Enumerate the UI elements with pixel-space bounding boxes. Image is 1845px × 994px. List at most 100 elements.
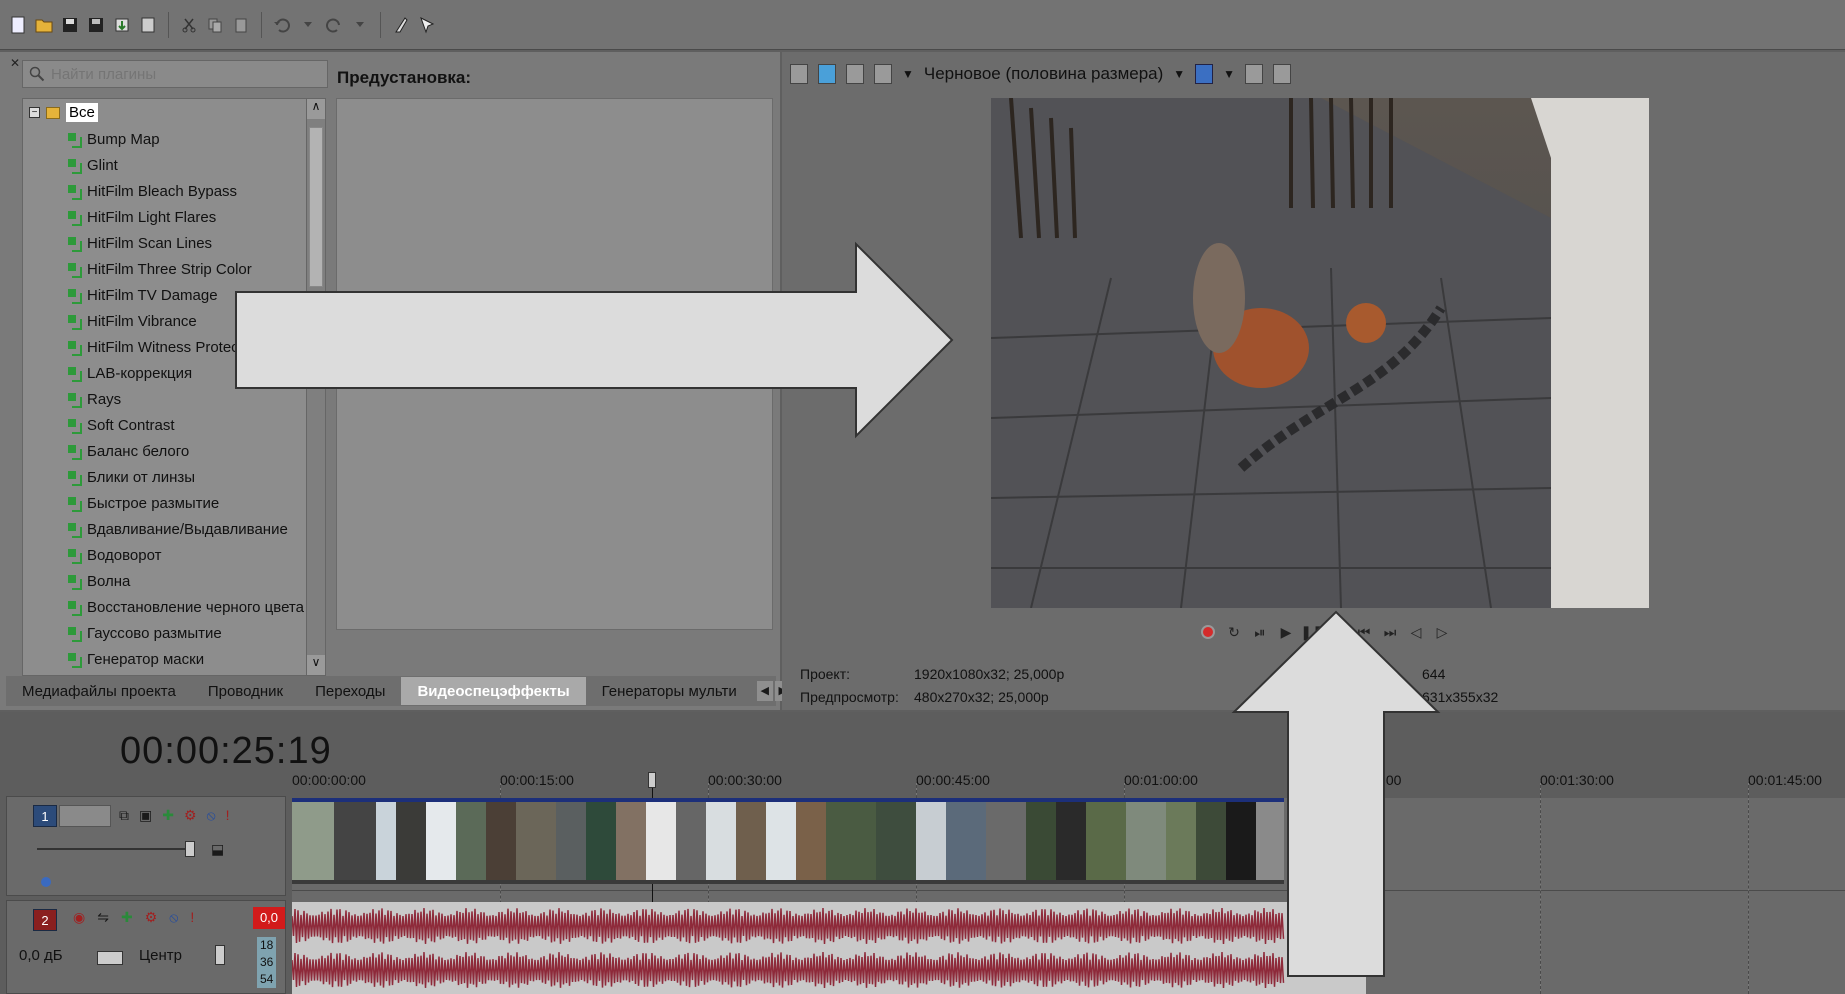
collapse-icon[interactable]: − bbox=[29, 107, 40, 118]
solo-icon[interactable]: ! bbox=[190, 909, 194, 926]
save-snapshot-icon[interactable] bbox=[1273, 64, 1292, 84]
plugin-item[interactable]: HitFilm TV Damage bbox=[67, 282, 304, 308]
scroll-thumb[interactable] bbox=[309, 127, 323, 287]
arm-record-icon[interactable]: ◉ bbox=[73, 909, 85, 926]
scroll-up-icon[interactable]: ∧ bbox=[307, 99, 325, 119]
expand-icon[interactable]: ⬓ bbox=[211, 841, 224, 858]
project-label: Проект: bbox=[800, 666, 851, 682]
external-monitor-icon[interactable] bbox=[818, 64, 836, 84]
compositing-icon[interactable]: ✚ bbox=[121, 909, 133, 926]
chevron-down-icon[interactable]: ▼ bbox=[902, 67, 914, 81]
plugin-item[interactable]: Rays bbox=[67, 386, 304, 412]
plugin-item[interactable]: Bump Map bbox=[67, 126, 304, 152]
save-icon[interactable] bbox=[60, 14, 80, 36]
cut-icon[interactable] bbox=[179, 14, 199, 36]
redo-icon[interactable] bbox=[324, 14, 344, 36]
enable-snapping-icon[interactable] bbox=[391, 14, 411, 36]
properties-icon[interactable] bbox=[138, 14, 158, 36]
open-folder-icon[interactable] bbox=[34, 14, 54, 36]
solo-icon[interactable]: ! bbox=[226, 807, 230, 824]
plugin-item[interactable]: HitFilm Vibrance bbox=[67, 308, 304, 334]
plugin-item[interactable]: Glint bbox=[67, 152, 304, 178]
split-screen-icon[interactable] bbox=[874, 64, 892, 84]
paste-icon[interactable] bbox=[231, 14, 251, 36]
automation-icon[interactable] bbox=[41, 877, 51, 887]
video-track-events[interactable] bbox=[292, 798, 1284, 884]
prev-frame-button[interactable]: ◁ bbox=[1406, 622, 1426, 642]
next-frame-button[interactable]: ▷ bbox=[1432, 622, 1452, 642]
tree-root-label[interactable]: Все bbox=[66, 103, 98, 122]
chevron-down-icon[interactable] bbox=[350, 14, 370, 36]
preset-list[interactable] bbox=[336, 98, 773, 630]
plugin-item-label: Soft Contrast bbox=[87, 416, 175, 434]
track-name-field[interactable] bbox=[59, 805, 111, 827]
chevron-down-icon[interactable]: ▼ bbox=[1173, 67, 1185, 81]
help-icon[interactable] bbox=[417, 14, 437, 36]
search-input[interactable] bbox=[51, 65, 311, 83]
save-as-icon[interactable] bbox=[86, 14, 106, 36]
render-icon[interactable] bbox=[112, 14, 132, 36]
tab-explorer[interactable]: Проводник bbox=[192, 677, 299, 705]
plugin-item[interactable]: Водоворот bbox=[67, 542, 304, 568]
stop-button[interactable]: ■ bbox=[1328, 622, 1348, 642]
tab-video-fx[interactable]: Видеоспецэффекты bbox=[401, 677, 586, 705]
plugin-item[interactable]: LAB-коррекция bbox=[67, 360, 304, 386]
motion-icon[interactable]: ⧉ bbox=[119, 807, 129, 824]
level-slider-track[interactable] bbox=[37, 848, 185, 850]
close-icon[interactable]: ✕ bbox=[10, 56, 20, 70]
level-slider-thumb[interactable] bbox=[185, 841, 195, 857]
preview-quality-select[interactable]: Черновое (половина размера) bbox=[924, 64, 1163, 84]
pan-crop-icon[interactable]: ▣ bbox=[139, 807, 152, 824]
tab-media-generators[interactable]: Генераторы мульти bbox=[586, 677, 753, 705]
copy-icon[interactable] bbox=[205, 14, 225, 36]
plugin-item[interactable]: HitFilm Witness Protectio bbox=[67, 334, 304, 360]
plugin-item[interactable]: Баланс белого bbox=[67, 438, 304, 464]
track-fx-icon[interactable]: ⚙ bbox=[184, 807, 197, 824]
preview-video-frame[interactable] bbox=[991, 98, 1649, 608]
compositing-icon[interactable]: ✚ bbox=[162, 807, 174, 824]
overlays-icon[interactable] bbox=[1195, 64, 1214, 84]
scroll-down-icon[interactable]: ∨ bbox=[307, 655, 325, 675]
copy-snapshot-icon[interactable] bbox=[1245, 64, 1264, 84]
volume-slider[interactable] bbox=[97, 951, 123, 965]
mute-icon[interactable]: ⦸ bbox=[207, 807, 216, 824]
invert-phase-icon[interactable]: ⇋ bbox=[97, 909, 109, 926]
audio-track-events[interactable] bbox=[292, 902, 1366, 994]
go-to-start-button[interactable]: ⏮ bbox=[1354, 622, 1374, 642]
playhead-handle[interactable] bbox=[648, 772, 656, 788]
tab-transitions[interactable]: Переходы bbox=[299, 677, 401, 705]
plugin-item[interactable]: HitFilm Bleach Bypass bbox=[67, 178, 304, 204]
plugin-item[interactable]: HitFilm Scan Lines bbox=[67, 230, 304, 256]
mute-icon[interactable]: ⦸ bbox=[169, 909, 178, 926]
chevron-down-icon[interactable]: ▼ bbox=[1223, 67, 1235, 81]
plugin-item[interactable]: Восстановление черного цвета bbox=[67, 594, 304, 620]
plugin-tree-scrollbar[interactable]: ∧ ∨ bbox=[306, 98, 326, 676]
play-from-start-button[interactable]: ⏯ bbox=[1250, 622, 1270, 642]
project-properties-icon[interactable] bbox=[790, 64, 808, 84]
plugin-item[interactable]: Soft Contrast bbox=[67, 412, 304, 438]
undo-icon[interactable] bbox=[272, 14, 292, 36]
video-fx-icon[interactable] bbox=[846, 64, 864, 84]
plugin-item[interactable]: Генератор маски bbox=[67, 646, 304, 672]
timeline-ruler[interactable]: 00:00:00:00 00:00:15:00 00:00:30:00 00:0… bbox=[292, 758, 1845, 798]
pan-slider[interactable] bbox=[215, 945, 225, 965]
tab-project-media[interactable]: Медиафайлы проекта bbox=[6, 677, 192, 705]
loop-button[interactable]: ↻ bbox=[1224, 622, 1244, 642]
new-file-icon[interactable] bbox=[8, 14, 28, 36]
plugin-item[interactable]: Вдавливание/Выдавливание bbox=[67, 516, 304, 542]
plugin-item[interactable]: HitFilm Three Strip Color bbox=[67, 256, 304, 282]
plugin-search-box[interactable] bbox=[22, 60, 328, 88]
plugin-item[interactable]: Волна bbox=[67, 568, 304, 594]
record-button[interactable] bbox=[1198, 622, 1218, 642]
plugin-item[interactable]: Блики от линзы bbox=[67, 464, 304, 490]
plugin-item[interactable]: Быстрое размытие bbox=[67, 490, 304, 516]
plugin-item[interactable]: HitFilm Light Flares bbox=[67, 204, 304, 230]
chevron-down-icon[interactable] bbox=[298, 14, 318, 36]
go-to-end-button[interactable]: ⏭ bbox=[1380, 622, 1400, 642]
tab-left-icon[interactable]: ◀ bbox=[756, 681, 773, 701]
tree-root[interactable]: − Все bbox=[29, 103, 98, 122]
track-fx-icon[interactable]: ⚙ bbox=[145, 909, 158, 926]
plugin-item[interactable]: Гауссово размытие bbox=[67, 620, 304, 646]
play-button[interactable]: ▶ bbox=[1276, 622, 1296, 642]
pause-button[interactable]: ❚❚ bbox=[1300, 622, 1323, 642]
